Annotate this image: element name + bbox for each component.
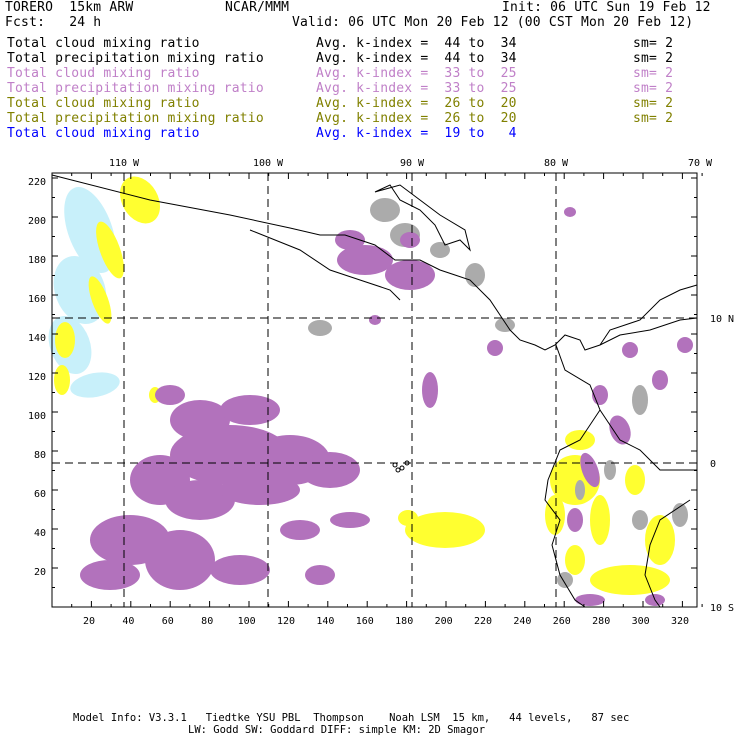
y-tick-label: 80	[34, 450, 46, 461]
gray-field-area	[308, 320, 332, 336]
longitude-label: 90 W	[400, 158, 425, 169]
longitude-label: 80 W	[544, 158, 569, 169]
yellow-field-area	[120, 176, 160, 224]
x-tick-label: 220	[474, 616, 492, 627]
purple-field-area	[300, 452, 360, 488]
yellow-field-area	[398, 510, 418, 526]
x-tick-label: 20	[83, 616, 95, 627]
x-tick-label: 160	[356, 616, 374, 627]
gray-field-area	[370, 198, 400, 222]
purple-field-area	[330, 512, 370, 528]
y-tick-label: 220	[28, 177, 46, 188]
purple-field-area	[677, 337, 693, 353]
latitude-label: 10 N	[710, 314, 734, 325]
purple-field-area	[80, 560, 140, 590]
x-tick-label: 320	[671, 616, 689, 627]
model-info-line2: LW: Godd SW: Goddard DIFF: simple KM: 2D…	[188, 724, 486, 736]
model-info-line1: Model Info: V3.3.1 Tiedtke YSU PBL Thomp…	[73, 712, 630, 724]
y-tick-label: 180	[28, 255, 46, 266]
y-tick-label: 160	[28, 294, 46, 305]
y-tick-label: 140	[28, 333, 46, 344]
purple-field-area	[210, 555, 270, 585]
yellow-field-area	[645, 515, 675, 565]
yellow-field-area	[54, 365, 70, 395]
gray-field-area	[632, 385, 648, 415]
longitude-label: 110 W	[109, 158, 140, 169]
y-tick-label: 20	[34, 567, 46, 578]
galapagos-island	[392, 462, 398, 468]
longitude-label: 70 W	[688, 158, 713, 169]
purple-field-area	[422, 372, 438, 408]
yellow-field-area	[590, 495, 610, 545]
x-tick-label: 60	[162, 616, 174, 627]
y-tick-label: 100	[28, 411, 46, 422]
yellow-field-area	[545, 495, 565, 535]
purple-field-area	[609, 415, 631, 445]
yellow-field-area	[565, 545, 585, 575]
y-tick-label: 60	[34, 489, 46, 500]
x-tick-label: 280	[592, 616, 610, 627]
purple-field-area	[652, 370, 668, 390]
y-tick-label: 40	[34, 528, 46, 539]
gray-field-area	[632, 510, 648, 530]
map-plot: 110 W 100 W 90 W 80 W 70 W 10 N 0 10 S 20 40 60 80 1…	[28, 158, 734, 627]
purple-field-area	[369, 315, 381, 325]
x-tick-label: 40	[122, 616, 134, 627]
purple-field-area	[567, 508, 583, 532]
purple-field-area	[564, 207, 576, 217]
yellow-field-area	[625, 465, 645, 495]
x-tick-label: 260	[553, 616, 571, 627]
x-tick-label: 80	[201, 616, 213, 627]
gray-field-area	[495, 318, 515, 332]
purple-field-area	[400, 232, 420, 248]
x-tick-label: 140	[316, 616, 334, 627]
purple-field-area	[220, 475, 300, 505]
x-tick-label: 180	[395, 616, 413, 627]
purple-field-area	[145, 530, 215, 590]
y-tick-label: 120	[28, 372, 46, 383]
purple-field-area	[170, 400, 230, 440]
purple-field-area	[575, 594, 605, 606]
latitude-label: 0	[710, 459, 716, 470]
purple-field-area	[385, 260, 435, 290]
galapagos-island	[395, 467, 401, 473]
purple-field-area	[155, 385, 185, 405]
yellow-field-area	[590, 565, 670, 595]
purple-field-area	[220, 395, 280, 425]
x-tick-label: 300	[632, 616, 650, 627]
y-tick-label: 200	[28, 216, 46, 227]
gray-field-area	[575, 480, 585, 500]
x-tick-label: 100	[238, 616, 256, 627]
latitude-label: 10 S	[710, 603, 734, 614]
longitude-label: 100 W	[253, 158, 284, 169]
purple-field-area	[280, 520, 320, 540]
x-tick-label: 120	[277, 616, 295, 627]
yellow-field-area	[55, 322, 75, 358]
purple-field-area	[622, 342, 638, 358]
purple-field-area	[305, 565, 335, 585]
gray-field-area	[465, 263, 485, 287]
x-tick-label: 240	[513, 616, 531, 627]
purple-field-area	[487, 340, 503, 356]
galapagos-island	[399, 465, 405, 471]
x-tick-label: 200	[435, 616, 453, 627]
